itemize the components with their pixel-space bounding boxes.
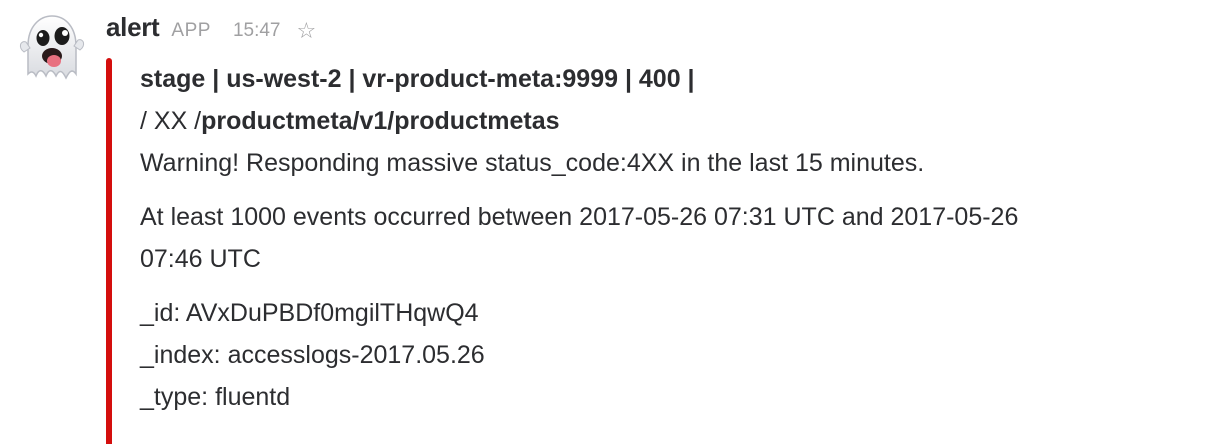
field-id: _id: AVxDuPBDf0mgilTHqwQ4 bbox=[140, 292, 1210, 334]
attachment-body: stage | us-west-2 | vr-product-meta:9999… bbox=[140, 58, 1210, 418]
warning-text: Warning! Responding massive status_code:… bbox=[140, 149, 925, 177]
title-path-link[interactable]: productmeta/v1/productmetas bbox=[201, 107, 559, 135]
field-value: AVxDuPBDf0mgilTHqwQ4 bbox=[185, 299, 479, 327]
field-index: _index: accesslogs-2017.05.26 bbox=[140, 334, 1210, 376]
attachment-title-line-1: stage | us-west-2 | vr-product-meta:9999… bbox=[140, 65, 695, 93]
attachment-title-line-2[interactable]: / XX /productmeta/v1/productmetas bbox=[140, 100, 1210, 142]
field-key: _index: bbox=[140, 341, 221, 369]
app-badge: APP bbox=[171, 20, 211, 41]
message-timestamp[interactable]: 15:47 bbox=[233, 20, 281, 42]
alert-attachment: stage | us-west-2 | vr-product-meta:9999… bbox=[106, 58, 1206, 444]
events-text-line-1: At least 1000 events occurred between 20… bbox=[140, 203, 1019, 231]
field-type: _type: fluentd bbox=[140, 376, 1210, 418]
ghost-icon bbox=[19, 15, 85, 80]
field-value: accesslogs-2017.05.26 bbox=[227, 341, 485, 369]
title-prefix: / XX / bbox=[140, 107, 202, 135]
field-key: _id: bbox=[140, 299, 181, 327]
star-icon[interactable]: ☆ bbox=[297, 18, 317, 44]
sender-name[interactable]: alert bbox=[106, 12, 160, 43]
field-key: _type: bbox=[140, 383, 209, 411]
ghost-avatar-icon[interactable] bbox=[14, 12, 86, 84]
field-value: fluentd bbox=[215, 383, 291, 411]
events-text-line-2: 07:46 UTC bbox=[140, 245, 261, 273]
message-header: alert APP 15:47 ☆ bbox=[106, 12, 316, 52]
attachment-color-bar bbox=[106, 58, 112, 444]
chat-message: alert APP 15:47 ☆ stage | us-west-2 | vr… bbox=[0, 0, 1213, 444]
